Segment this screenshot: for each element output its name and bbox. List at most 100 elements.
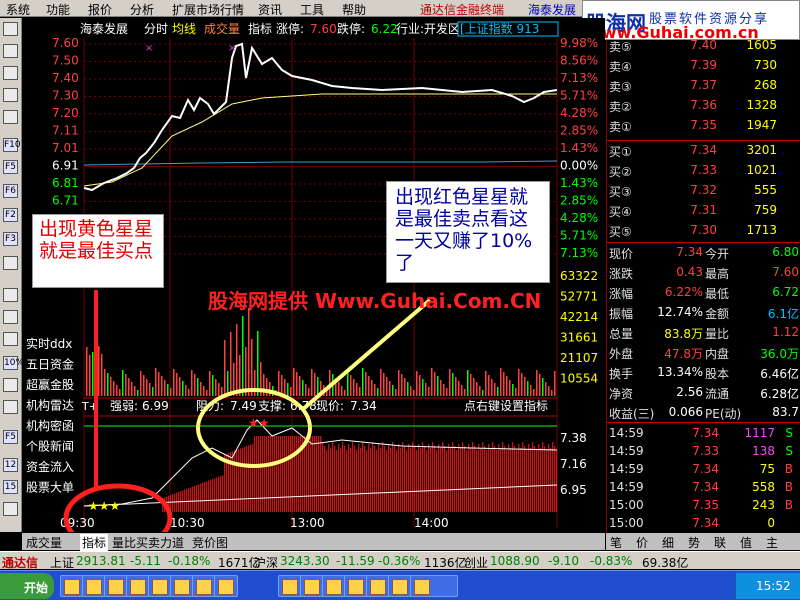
- taskbar-app[interactable]: [214, 575, 238, 597]
- sz-amount: 1136亿: [424, 556, 467, 570]
- indicator-bar: [214, 478, 216, 512]
- line-chart-icon[interactable]: [3, 66, 18, 80]
- quote-label: 外盘: [609, 347, 634, 361]
- indicator-bar: [514, 446, 516, 512]
- volume-bar: [524, 377, 526, 396]
- tab-power[interactable]: 买卖力道: [136, 534, 184, 551]
- ddx-label: 股票大单: [26, 481, 74, 495]
- volume-bar: [416, 371, 418, 396]
- tab-vol-ratio[interactable]: 量比: [112, 534, 136, 551]
- taskbar-app[interactable]: [192, 575, 216, 597]
- pct-tick-label: 2.85%: [560, 124, 598, 138]
- indicator-bar: [374, 446, 376, 512]
- tab-price[interactable]: 价: [636, 534, 648, 551]
- terminal-promo[interactable]: 通达信金融终端: [420, 1, 504, 18]
- tab-detail[interactable]: 细: [662, 534, 674, 551]
- menu-tools[interactable]: 工具: [300, 1, 324, 18]
- quote-label: 最高: [705, 267, 730, 281]
- indicator-bar: [370, 448, 372, 512]
- ten-percent-icon[interactable]: 10%: [3, 356, 24, 370]
- volume-bar: [377, 388, 379, 396]
- menu-quote[interactable]: 报价: [88, 1, 112, 18]
- indicator-bar: [310, 436, 312, 512]
- quote-label: 涨跌: [609, 267, 634, 281]
- volume-bar: [125, 374, 127, 396]
- tab-trend[interactable]: 势: [688, 534, 700, 551]
- indicator-bar: [490, 448, 492, 512]
- tab-link[interactable]: 联: [714, 534, 726, 551]
- candle-chart-icon[interactable]: [3, 88, 18, 102]
- tab-indicator[interactable]: 指标: [80, 534, 109, 551]
- watermark-text: 股海网提供 Www.Guhai.Com.CN: [208, 289, 541, 313]
- num-12-icon[interactable]: 12: [3, 458, 18, 472]
- num-15-icon[interactable]: 15: [3, 480, 18, 494]
- indicator-bar: [398, 444, 400, 512]
- sell-volume: 730: [754, 58, 777, 72]
- tick-side: B: [784, 462, 793, 476]
- menu-ext-market[interactable]: 扩展市场行情: [172, 1, 244, 18]
- ind-label: 指标: [248, 21, 272, 36]
- tab-main[interactable]: 主: [766, 534, 778, 551]
- f5b-icon[interactable]: F5: [3, 430, 18, 444]
- grid-icon[interactable]: [3, 22, 18, 36]
- chart-area[interactable]: 海泰发展 分时 均线 成交量 指标 涨停: 7.60 跌停: 6.22 行业:开…: [22, 18, 605, 532]
- quote-value: 0.066: [668, 405, 703, 419]
- bar-icon[interactable]: [3, 310, 18, 324]
- volume-tick-label: 10554: [560, 372, 598, 386]
- f6-icon[interactable]: F6: [3, 184, 18, 198]
- sell-level-label: 卖③: [609, 80, 632, 94]
- cur-value: 7.34: [350, 399, 377, 413]
- indicator-bar: [312, 436, 314, 512]
- start-button[interactable]: 开始: [0, 573, 54, 599]
- indicator-bar: [190, 487, 192, 512]
- pct-tick-label: 5.71%: [560, 229, 598, 243]
- search-icon[interactable]: [3, 256, 18, 270]
- indicator-bar: [342, 442, 344, 512]
- indicator-bar: [556, 450, 558, 512]
- menu-info[interactable]: 资讯: [258, 1, 282, 18]
- indicator-bar: [378, 444, 380, 512]
- menu-function[interactable]: 功能: [46, 1, 70, 18]
- indicator-bar: [330, 448, 332, 512]
- res-value: 7.49: [230, 399, 257, 413]
- indicator-bar: [256, 436, 258, 512]
- stack-icon[interactable]: [3, 332, 18, 346]
- volume-bar: [257, 331, 259, 396]
- taskbar-app[interactable]: [170, 575, 194, 597]
- f10-icon[interactable]: F10: [3, 138, 21, 152]
- indicator-bar: [496, 450, 498, 512]
- indicator-bar: [532, 442, 534, 512]
- f3-icon[interactable]: F3: [3, 232, 18, 246]
- volume-bar: [494, 383, 496, 396]
- volume-bar: [479, 386, 481, 396]
- chart-icon[interactable]: [3, 378, 18, 392]
- taskbar-app[interactable]: [126, 575, 150, 597]
- tab-trade[interactable]: 笔: [610, 534, 622, 551]
- volume-bar: [230, 332, 232, 396]
- tab-value[interactable]: 值: [740, 534, 752, 551]
- wave-icon[interactable]: [3, 288, 18, 302]
- taskbar-app[interactable]: [148, 575, 172, 597]
- f2-icon[interactable]: F2: [3, 208, 18, 222]
- taskbar-app[interactable]: I: [82, 575, 106, 597]
- tab-auction[interactable]: 竞价图: [192, 534, 228, 551]
- quote-label: 振幅: [609, 307, 634, 321]
- detail-tabs: 笔 价 细 势 联 值 主: [606, 533, 800, 550]
- list-icon[interactable]: [3, 44, 18, 58]
- ddx-label: 机构密函: [26, 418, 74, 433]
- settings-icon[interactable]: [3, 502, 18, 516]
- f5-icon[interactable]: F5: [3, 160, 18, 174]
- taskbar-app[interactable]: [60, 575, 84, 597]
- menu-help[interactable]: 帮助: [342, 1, 366, 18]
- taskbar-app[interactable]: [410, 575, 458, 597]
- compare-icon[interactable]: [3, 400, 18, 414]
- menu-analysis[interactable]: 分析: [130, 1, 154, 18]
- indicator-bar: [350, 448, 352, 512]
- volume-tick-label: 63322: [560, 269, 598, 283]
- news-icon[interactable]: [3, 110, 18, 124]
- tab-volume[interactable]: 成交量: [26, 534, 62, 551]
- menu-system[interactable]: 系统: [6, 1, 30, 18]
- indicator-bar: [402, 442, 404, 512]
- taskbar-app[interactable]: 3: [104, 575, 128, 597]
- pct-tick-label: 7.13%: [560, 71, 598, 85]
